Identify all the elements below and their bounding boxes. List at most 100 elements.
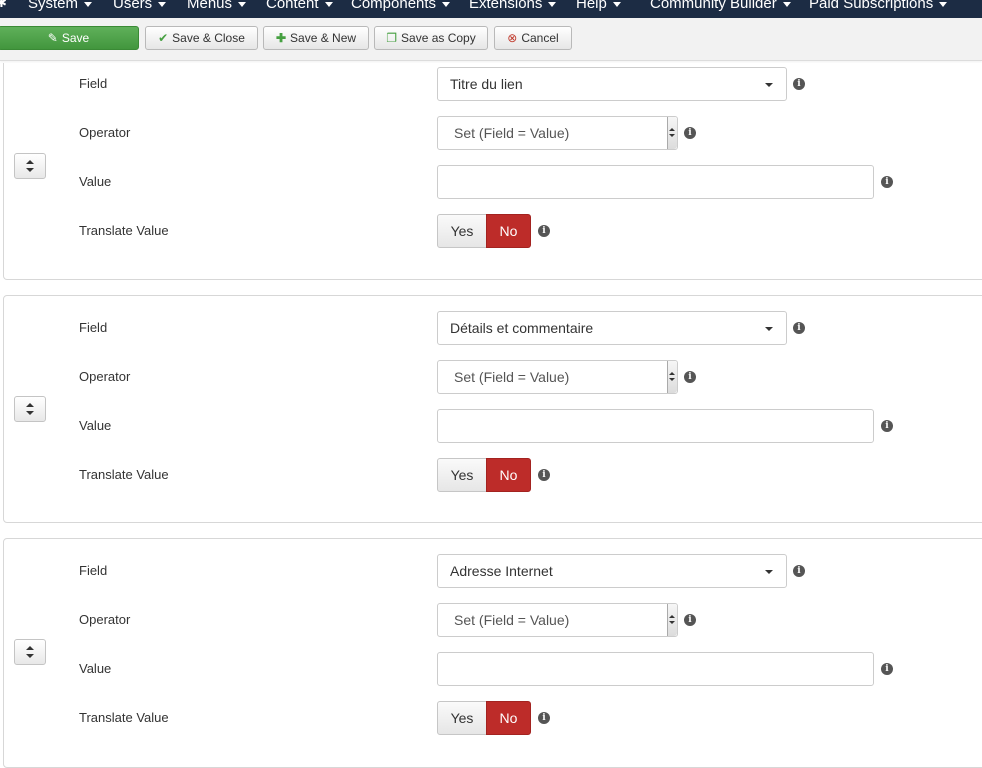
info-icon[interactable]: i <box>793 565 805 577</box>
action-toolbar: ✎ Save ✔ Save & Close ✚ Save & New ❐ Save as… <box>0 18 982 61</box>
operator-select-value: Set (Field = Value) <box>454 612 570 628</box>
sort-arrows-icon <box>26 646 34 658</box>
translate-no-button[interactable]: No <box>486 458 531 492</box>
caret-down-icon <box>939 1 948 7</box>
menu-label: Users <box>113 0 153 12</box>
info-icon[interactable]: i <box>684 127 696 139</box>
operator-select-value: Set (Field = Value) <box>454 369 570 385</box>
value-input[interactable] <box>437 409 874 443</box>
caret-down-icon <box>324 1 333 7</box>
caret-down-icon <box>612 1 621 7</box>
menu-components[interactable]: Components <box>351 0 451 12</box>
caret-down-icon <box>158 1 167 7</box>
field-select-value: Détails et commentaire <box>450 320 594 336</box>
save-button[interactable]: ✎ Save <box>0 26 139 50</box>
spinner-arrows-icon <box>667 117 677 149</box>
value-label: Value <box>79 174 112 189</box>
menu-paid-subscriptions[interactable]: Paid Subscriptions <box>809 0 948 12</box>
translate-yes-button[interactable]: Yes <box>437 701 487 735</box>
save-close-label: Save & Close <box>172 31 245 45</box>
translate-no-button[interactable]: No <box>486 214 531 248</box>
menu-label: Menus <box>187 0 233 12</box>
field-action-panel: Field Titre du lien i Operator Set (Fiel… <box>3 63 982 280</box>
reorder-handle[interactable] <box>14 639 46 665</box>
operator-select[interactable]: Set (Field = Value) <box>437 360 678 394</box>
info-icon[interactable]: i <box>881 420 893 432</box>
save-new-button[interactable]: ✚ Save & New <box>263 26 369 50</box>
value-input[interactable] <box>437 652 874 686</box>
field-label: Field <box>79 76 108 91</box>
operator-label: Operator <box>79 125 131 140</box>
menu-label: Paid Subscriptions <box>809 0 934 12</box>
operator-select[interactable]: Set (Field = Value) <box>437 116 678 150</box>
caret-down-icon <box>84 1 93 7</box>
field-select-value: Titre du lien <box>450 76 523 92</box>
save-label: Save <box>61 31 90 45</box>
caret-down-icon <box>442 1 451 7</box>
menu-content[interactable]: Content <box>266 0 333 12</box>
menu-label: Community Builder <box>650 0 777 12</box>
value-input[interactable] <box>437 165 874 199</box>
caret-down-icon <box>782 1 791 7</box>
joomla-logo-icon[interactable]: ✱ <box>0 0 10 10</box>
menu-label: Help <box>576 0 607 12</box>
operator-select[interactable]: Set (Field = Value) <box>437 603 678 637</box>
field-select[interactable]: Détails et commentaire <box>437 311 787 345</box>
info-icon[interactable]: i <box>793 322 805 334</box>
field-action-panel: Field Détails et commentaire i Operator … <box>3 295 982 523</box>
sort-arrows-icon <box>26 403 34 415</box>
menu-system[interactable]: System <box>28 0 93 12</box>
info-icon[interactable]: i <box>538 712 550 724</box>
field-select[interactable]: Titre du lien <box>437 67 787 101</box>
info-icon[interactable]: i <box>538 469 550 481</box>
caret-down-icon <box>765 327 773 331</box>
menu-extensions[interactable]: Extensions <box>469 0 557 12</box>
info-icon[interactable]: i <box>684 371 696 383</box>
caret-down-icon <box>238 1 247 7</box>
spinner-arrows-icon <box>667 604 677 636</box>
cancel-circle-icon: ⊗ <box>507 31 518 45</box>
caret-down-icon <box>548 1 557 7</box>
save-close-button[interactable]: ✔ Save & Close <box>145 26 258 50</box>
translate-value-label: Translate Value <box>79 467 169 482</box>
info-icon[interactable]: i <box>538 225 550 237</box>
save-copy-label: Save as Copy <box>401 31 476 45</box>
menu-help[interactable]: Help <box>576 0 621 12</box>
caret-down-icon <box>765 570 773 574</box>
field-label: Field <box>79 563 108 578</box>
save-new-label: Save & New <box>290 31 357 45</box>
reorder-handle[interactable] <box>14 153 46 179</box>
menu-label: Content <box>266 0 319 12</box>
menu-label: System <box>28 0 79 12</box>
menu-label: Components <box>351 0 437 12</box>
operator-label: Operator <box>79 369 131 384</box>
save-copy-button[interactable]: ❐ Save as Copy <box>374 26 488 50</box>
check-icon: ✔ <box>158 31 169 45</box>
field-select[interactable]: Adresse Internet <box>437 554 787 588</box>
info-icon[interactable]: i <box>684 614 696 626</box>
plus-icon: ✚ <box>275 31 287 45</box>
translate-no-button[interactable]: No <box>486 701 531 735</box>
menu-menus[interactable]: Menus <box>187 0 247 12</box>
menu-community-builder[interactable]: Community Builder <box>650 0 791 12</box>
translate-yes-button[interactable]: Yes <box>437 458 487 492</box>
value-label: Value <box>79 661 112 676</box>
edit-icon: ✎ <box>47 31 58 45</box>
cancel-button[interactable]: ⊗ Cancel <box>494 26 572 50</box>
menu-users[interactable]: Users <box>113 0 167 12</box>
translate-value-label: Translate Value <box>79 223 169 238</box>
cancel-label: Cancel <box>521 31 559 45</box>
translate-value-label: Translate Value <box>79 710 169 725</box>
menu-label: Extensions <box>469 0 543 12</box>
operator-label: Operator <box>79 612 131 627</box>
reorder-handle[interactable] <box>14 396 46 422</box>
info-icon[interactable]: i <box>793 78 805 90</box>
info-icon[interactable]: i <box>881 663 893 675</box>
spinner-arrows-icon <box>667 361 677 393</box>
info-icon[interactable]: i <box>881 176 893 188</box>
field-select-value: Adresse Internet <box>450 563 553 579</box>
copy-icon: ❐ <box>386 31 398 45</box>
translate-yes-button[interactable]: Yes <box>437 214 487 248</box>
field-action-panel: Field Adresse Internet i Operator Set (F… <box>3 538 982 768</box>
field-label: Field <box>79 320 108 335</box>
